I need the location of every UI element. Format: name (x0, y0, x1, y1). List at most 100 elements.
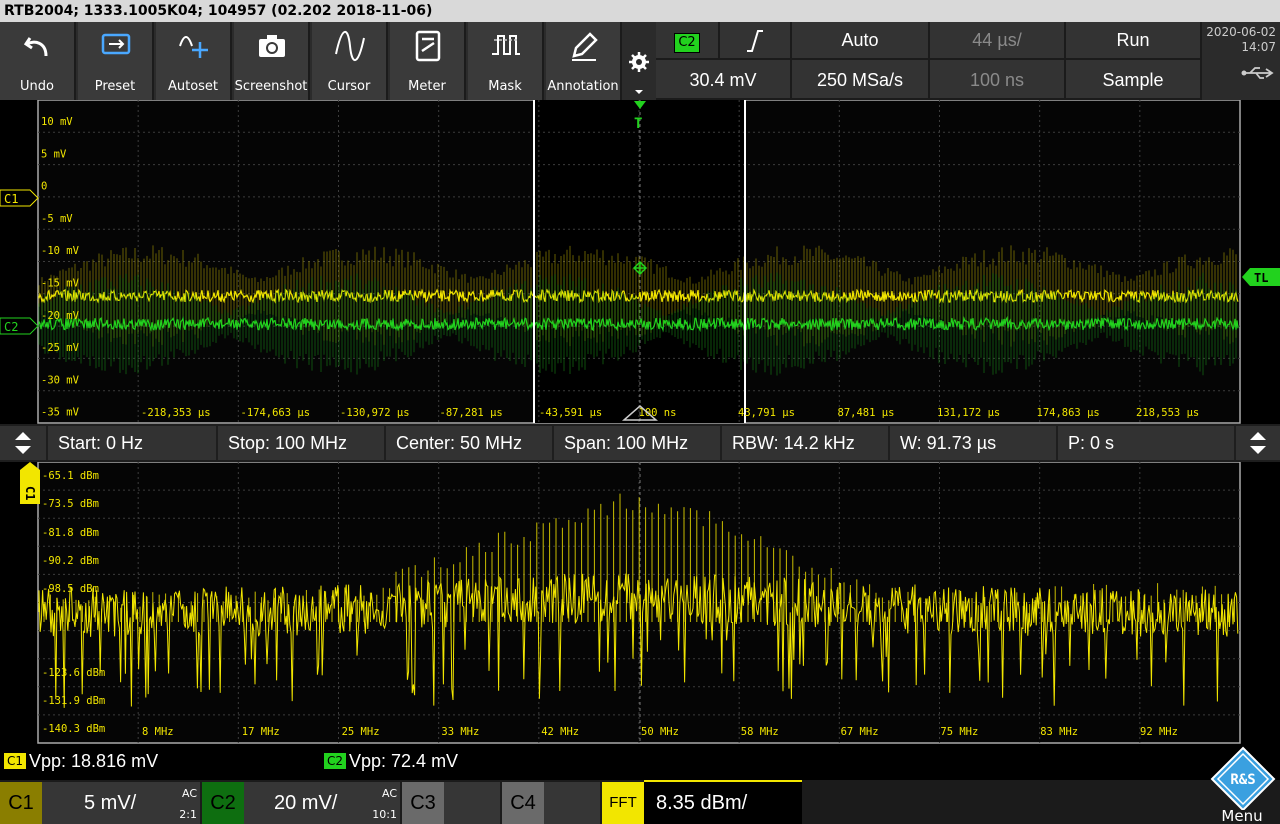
fft-y-label: -65.1 dBm (42, 470, 99, 482)
sample-rate[interactable]: 250 MSa/s (792, 60, 930, 100)
ch2-marker[interactable]: C2 (0, 317, 39, 335)
run-stop-button[interactable]: Run (1066, 22, 1202, 60)
horizontal-position[interactable]: 100 ns (930, 60, 1066, 100)
fft-display[interactable]: -65.1 dBm -73.5 dBm -81.8 dBm -90.2 dBm -98.… (0, 462, 1280, 744)
trigger-slope-button[interactable] (720, 22, 792, 60)
fft-stop[interactable]: Stop: 100 MHz (218, 426, 384, 460)
logo-text: R&S (1230, 772, 1255, 788)
scope-x-label: 174,863 µs (1037, 407, 1100, 419)
trigger-level[interactable]: 30.4 mV (656, 60, 792, 100)
fft-x-label: 50 MHz (641, 726, 679, 738)
meter-icon (415, 30, 441, 62)
autoset-label: Autoset (167, 79, 219, 94)
mask-label: Mask (488, 79, 522, 94)
channel-bar: C1 5 mV/ AC 2:1 C2 20 mV/ AC 10:1 C3 C4 … (0, 746, 1280, 824)
menu-button[interactable]: R&S Menu (1204, 746, 1280, 824)
fft-y-label: -81.8 dBm (42, 527, 99, 539)
scope-x-label: -218,353 µs (141, 407, 211, 419)
undo-label: Undo (20, 79, 54, 94)
fft-scroll-button-right[interactable] (1236, 426, 1280, 460)
c1-button[interactable]: C1 (0, 782, 42, 824)
fft-span[interactable]: Span: 100 MHz (554, 426, 720, 460)
fft-button[interactable]: FFT (602, 782, 644, 824)
autoset-button[interactable]: Autoset (156, 22, 232, 100)
c1-scale: 5 mV/ (84, 792, 137, 814)
fft-scale: 8.35 dBm/ (656, 792, 748, 814)
c1-coupling: AC (181, 787, 197, 800)
tl-marker-label: TL (1254, 271, 1268, 285)
fft-settings-bar: Start: 0 Hz Stop: 100 MHz Center: 50 MHz… (0, 424, 1280, 462)
fft-ch1-marker[interactable]: C1 (20, 462, 40, 504)
c2-scale-button[interactable]: 20 mV/ AC 10:1 (244, 782, 400, 824)
fft-y-label: -90.2 dBm (42, 555, 99, 567)
cursor-button[interactable]: Cursor (312, 22, 388, 100)
annotation-label: Annotation (547, 79, 619, 94)
fft-scale-button[interactable]: 8.35 dBm/ (644, 780, 802, 824)
meter-button[interactable]: Meter (390, 22, 466, 100)
trigger-mode-button[interactable]: Auto (792, 22, 930, 60)
c4-button[interactable]: C4 (502, 782, 544, 824)
undo-button[interactable]: Undo (0, 22, 76, 100)
scope-y-label: -25 mV (41, 342, 80, 354)
scope-x-label: 87,481 µs (838, 407, 895, 419)
fft-center[interactable]: Center: 50 MHz (386, 426, 552, 460)
ch1-marker-label: C1 (4, 192, 18, 206)
time: 14:07 (1241, 40, 1276, 54)
scope-x-label: 218,553 µs (1136, 407, 1199, 419)
measure-c1-tag: C1 (4, 753, 27, 769)
c1-probe: 2:1 (179, 808, 197, 821)
acquisition-mode-button[interactable]: Sample (1066, 60, 1202, 100)
up-down-arrow-icon (1250, 432, 1266, 454)
fft-rbw[interactable]: RBW: 14.2 kHz (722, 426, 888, 460)
c3-button[interactable]: C3 (402, 782, 444, 824)
scope-x-label: 43,791 µs (738, 407, 795, 419)
scope-y-label: -35 mV (41, 407, 80, 419)
c1-scale-button[interactable]: 5 mV/ AC 2:1 (42, 782, 200, 824)
fft-y-label: -140.3 dBm (42, 723, 105, 735)
c3-scale-button[interactable] (444, 782, 500, 824)
trigger-source-button[interactable]: C2 (656, 22, 720, 60)
preset-button[interactable]: Preset (78, 22, 154, 100)
scope-x-label: -43,591 µs (539, 407, 602, 419)
autoset-icon (179, 36, 208, 58)
fft-y-label: -73.5 dBm (42, 498, 99, 510)
pencil-icon (572, 32, 598, 61)
fft-x-label: 92 MHz (1140, 726, 1178, 738)
timebase[interactable]: 44 µs/ (930, 22, 1066, 60)
scope-y-label: -15 mV (41, 278, 80, 290)
window-title: RTB2004; 1333.1005K04; 104957 (02.202 20… (0, 0, 1280, 22)
scope-y-label: -10 mV (41, 245, 80, 257)
usb-icon (1241, 67, 1274, 79)
trigger-level-marker[interactable]: TL (1242, 268, 1280, 286)
cursor-icon (335, 31, 365, 61)
ch1-marker[interactable]: C1 (0, 189, 39, 207)
fft-window[interactable]: W: 91.73 µs (890, 426, 1056, 460)
rs-logo-icon: R&S (1210, 746, 1276, 810)
fft-x-label: 75 MHz (940, 726, 978, 738)
scope-x-label: -130,972 µs (340, 407, 410, 419)
cursor-label: Cursor (327, 79, 371, 94)
scope-y-label: 0 (41, 181, 47, 193)
datetime: 2020-06-02 14:07 (1204, 22, 1280, 100)
fft-y-label: -98.5 dBm (42, 583, 99, 595)
meter-label: Meter (408, 79, 446, 94)
c4-scale-button[interactable] (544, 782, 600, 824)
measure-c2-value[interactable]: Vpp: 72.4 mV (349, 751, 458, 772)
up-down-arrow-icon (15, 432, 31, 454)
c2-button[interactable]: C2 (202, 782, 244, 824)
scope-y-label: -20 mV (41, 310, 80, 322)
screenshot-button[interactable]: Screenshot (234, 22, 310, 100)
mask-button[interactable]: Mask (468, 22, 544, 100)
scope-y-label: 10 mV (41, 116, 73, 128)
fft-scroll-button-left[interactable] (0, 426, 46, 460)
waveform-display[interactable]: 10 mV 5 mV 0 -5 mV -10 mV -15 mV -20 mV -25 mV -… (0, 100, 1280, 424)
annotation-button[interactable]: Annotation (546, 22, 622, 100)
gear-icon (629, 52, 649, 94)
fft-start[interactable]: Start: 0 Hz (48, 426, 216, 460)
measure-c1-value[interactable]: Vpp: 18.816 mV (29, 751, 158, 772)
c2-coupling: AC (381, 787, 397, 800)
measurement-bar: C1 Vpp: 18.816 mV C2 Vpp: 72.4 mV (0, 744, 1280, 780)
fft-position[interactable]: P: 0 s (1058, 426, 1234, 460)
settings-button[interactable] (624, 22, 654, 100)
scope-x-label: -174,663 µs (241, 407, 311, 419)
